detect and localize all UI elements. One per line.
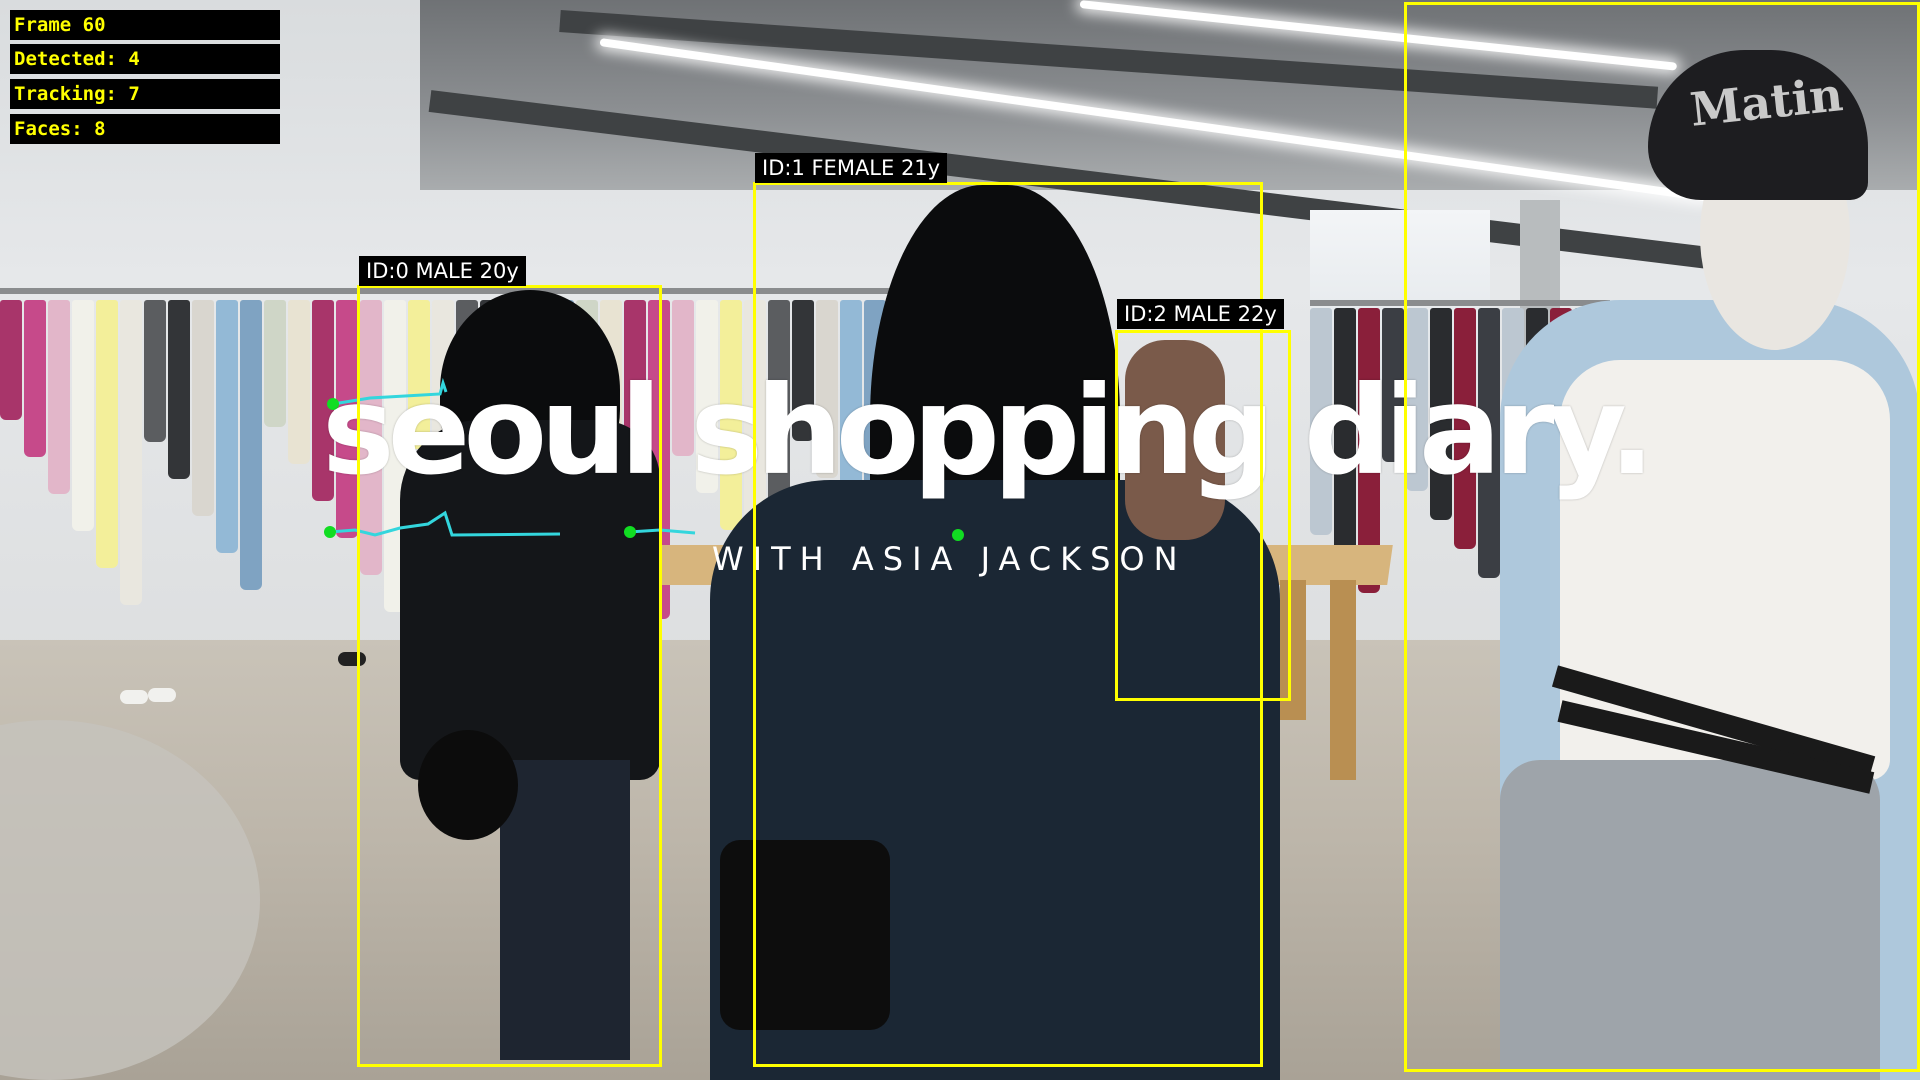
hud-faces: Faces: 8: [10, 114, 280, 144]
detection-label-1: ID:1 FEMALE 21y: [755, 153, 948, 183]
detection-box-2: [1115, 330, 1291, 701]
detection-label-0: ID:0 MALE 20y: [359, 256, 526, 286]
hud-detected: Detected: 4: [10, 44, 280, 74]
video-frame: Matin seoul shopping diary. WITH ASIA JA…: [0, 0, 1920, 1080]
detection-box-3: [1404, 2, 1920, 1072]
hud-frame: Frame 60: [10, 10, 280, 40]
detection-box-0: [357, 285, 662, 1067]
detection-label-2: ID:2 MALE 22y: [1117, 299, 1284, 329]
hud-tracking: Tracking: 7: [10, 79, 280, 109]
track-point: [324, 526, 336, 538]
